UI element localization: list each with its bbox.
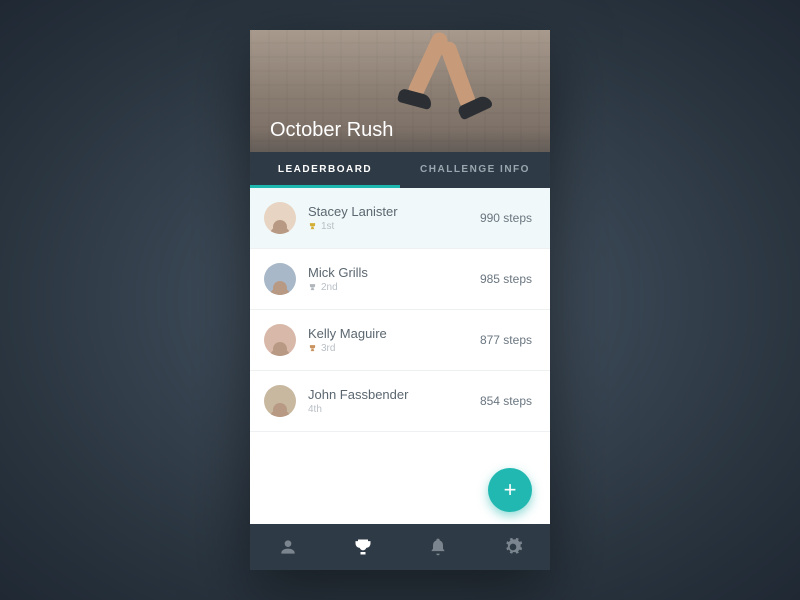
avatar (264, 263, 296, 295)
trophy-icon (308, 283, 317, 292)
user-rank: 3rd (308, 343, 480, 354)
list-item-info: Mick Grills 2nd (308, 265, 480, 293)
user-rank: 1st (308, 221, 480, 232)
steps-count: 985 steps (480, 272, 532, 286)
user-name: John Fassbender (308, 387, 480, 402)
user-rank: 4th (308, 404, 480, 415)
avatar (264, 324, 296, 356)
rank-label: 1st (321, 221, 334, 232)
list-item-info: John Fassbender 4th (308, 387, 480, 415)
add-button[interactable]: + (488, 468, 532, 512)
hero-banner: October Rush LEADERBOARD CHALLENGE INFO (250, 30, 550, 188)
page-title: October Rush (250, 119, 550, 152)
list-item-info: Stacey Lanister 1st (308, 204, 480, 232)
trophy-icon (308, 344, 317, 353)
trophy-icon[interactable] (353, 537, 373, 557)
list-item[interactable]: Mick Grills 2nd 985 steps (250, 249, 550, 310)
rank-label: 3rd (321, 343, 335, 354)
tab-leaderboard[interactable]: LEADERBOARD (250, 152, 400, 188)
list-item[interactable]: Kelly Maguire 3rd 877 steps (250, 310, 550, 371)
user-name: Mick Grills (308, 265, 480, 280)
list-item-info: Kelly Maguire 3rd (308, 326, 480, 354)
list-item[interactable]: John Fassbender 4th 854 steps (250, 371, 550, 432)
bottom-nav (250, 524, 550, 570)
tab-bar: LEADERBOARD CHALLENGE INFO (250, 152, 550, 188)
user-name: Kelly Maguire (308, 326, 480, 341)
list-item[interactable]: Stacey Lanister 1st 990 steps (250, 188, 550, 249)
gear-icon[interactable] (503, 537, 523, 557)
avatar (264, 385, 296, 417)
steps-count: 990 steps (480, 211, 532, 225)
steps-count: 877 steps (480, 333, 532, 347)
avatar (264, 202, 296, 234)
rank-label: 4th (308, 404, 322, 415)
profile-icon[interactable] (278, 537, 298, 557)
plus-icon: + (504, 477, 517, 503)
user-name: Stacey Lanister (308, 204, 480, 219)
user-rank: 2nd (308, 282, 480, 293)
steps-count: 854 steps (480, 394, 532, 408)
trophy-icon (308, 222, 317, 231)
app-frame: October Rush LEADERBOARD CHALLENGE INFO … (250, 30, 550, 570)
tab-challenge-info[interactable]: CHALLENGE INFO (400, 152, 550, 188)
rank-label: 2nd (321, 282, 338, 293)
bell-icon[interactable] (428, 537, 448, 557)
